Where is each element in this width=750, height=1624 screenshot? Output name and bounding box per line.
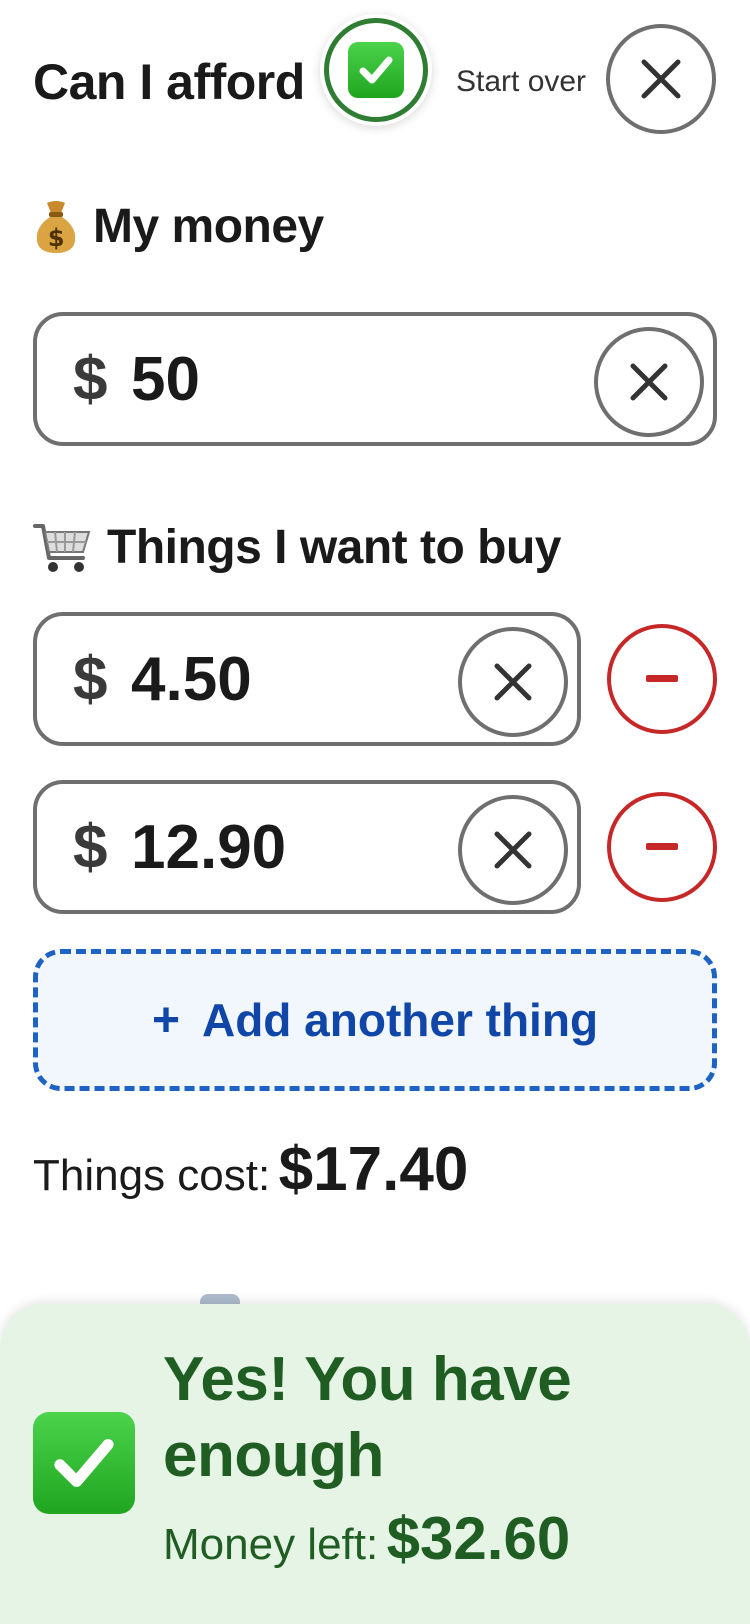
money-field[interactable]: $ 50	[33, 312, 717, 446]
money-heading: $ My money	[33, 197, 324, 257]
result-title: Yes! You have enough	[163, 1345, 572, 1490]
add-thing-button[interactable]: + Add another thing	[33, 949, 717, 1091]
add-thing-label: Add another thing	[201, 994, 599, 1046]
check-mark-icon	[348, 42, 404, 98]
status-badge	[320, 14, 432, 126]
result-panel: Yes! You have enough Money left: $32.60	[0, 1304, 750, 1624]
clear-item-button[interactable]	[458, 795, 568, 905]
minus-icon	[646, 843, 678, 850]
currency-symbol: $	[73, 645, 108, 714]
things-heading: Things I want to buy	[33, 518, 561, 578]
remove-item-button[interactable]	[607, 792, 717, 902]
app-root: Can I afford Start over $ My money $ 50 …	[0, 0, 750, 1624]
shopping-cart-icon	[33, 524, 91, 572]
item-value[interactable]: 12.90	[131, 816, 286, 880]
currency-symbol: $	[73, 813, 108, 882]
minus-icon	[646, 675, 678, 682]
things-heading-label: Things I want to buy	[107, 521, 561, 574]
header: Can I afford Start over	[0, 0, 750, 160]
svg-text:$: $	[48, 224, 64, 252]
close-icon	[641, 59, 681, 99]
page-title: Can I afford	[33, 54, 305, 110]
close-icon	[494, 831, 532, 869]
total-label: Things cost:	[33, 1151, 271, 1200]
money-heading-label: My money	[93, 200, 324, 253]
money-bag-icon: $	[36, 201, 76, 253]
total-value: $17.40	[278, 1135, 469, 1204]
item-value[interactable]: 4.50	[131, 648, 252, 712]
remove-item-button[interactable]	[607, 624, 717, 734]
total-cost: Things cost: $17.40	[33, 1134, 468, 1205]
start-over-button[interactable]	[606, 24, 716, 134]
close-icon	[494, 663, 532, 701]
plus-icon: +	[151, 993, 180, 1047]
start-over-label: Start over	[456, 65, 587, 98]
money-left: Money left: $32.60	[163, 1504, 570, 1573]
clear-money-button[interactable]	[594, 327, 704, 437]
close-icon	[630, 363, 668, 401]
money-left-value: $32.60	[386, 1505, 571, 1572]
item-field-2[interactable]: $ 12.90	[33, 780, 581, 914]
clear-item-button[interactable]	[458, 627, 568, 737]
money-value[interactable]: 50	[131, 348, 200, 412]
currency-symbol: $	[73, 345, 108, 414]
money-left-label: Money left:	[163, 1520, 379, 1569]
check-mark-icon	[33, 1412, 135, 1514]
item-field-1[interactable]: $ 4.50	[33, 612, 581, 746]
